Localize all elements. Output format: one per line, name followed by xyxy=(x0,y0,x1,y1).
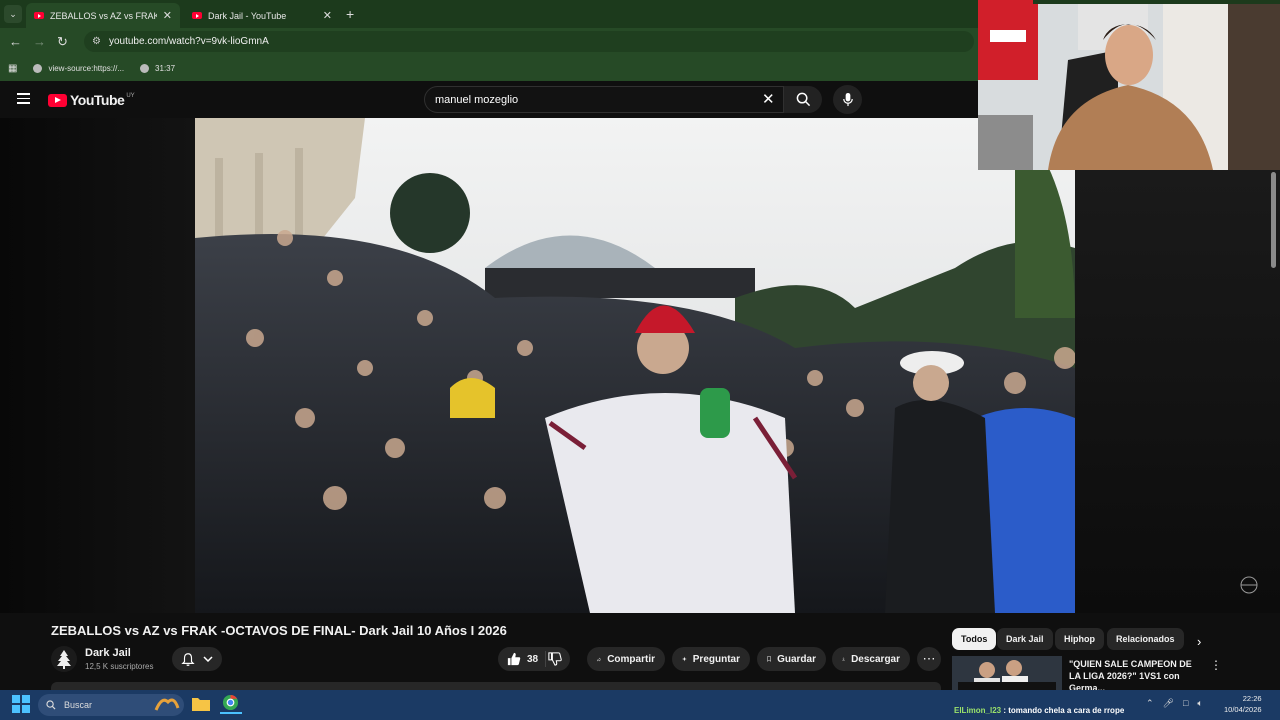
hamburger-menu-icon[interactable] xyxy=(17,93,30,104)
chip-todos[interactable]: Todos xyxy=(952,628,997,650)
download-icon xyxy=(842,657,845,661)
tab-title: Dark Jail - YouTube xyxy=(208,10,287,21)
thumbs-down-icon xyxy=(548,652,562,666)
recommendation-thumbnail[interactable] xyxy=(952,656,1062,690)
video-frame[interactable] xyxy=(195,118,1075,613)
chat-username: ElLimon_l23 xyxy=(954,706,1002,715)
country-code: UY xyxy=(126,93,135,99)
stream-chat-message: ElLimon_l23 : tomando chela a cara de rr… xyxy=(954,706,1124,715)
chevron-up-icon[interactable]: ⌃ xyxy=(1146,698,1154,709)
notification-bell-button[interactable] xyxy=(172,647,222,671)
ask-button[interactable]: Preguntar xyxy=(672,647,750,671)
like-count: 38 xyxy=(527,653,539,665)
chevron-down-icon xyxy=(203,656,213,662)
new-tab-button[interactable]: + xyxy=(346,6,354,22)
forward-arrow-icon[interactable]: → xyxy=(33,34,46,49)
bookmarks-bar: ▦ view-source:https://... 31:37 xyxy=(0,55,978,81)
thumbs-up-icon xyxy=(507,652,521,666)
clock-time: 22:26 xyxy=(1242,694,1262,703)
youtube-play-logo-icon xyxy=(48,93,67,107)
tab-dark-jail[interactable]: Dark Jail - YouTube ✕ xyxy=(184,3,340,28)
channel-avatar[interactable] xyxy=(51,646,77,672)
chat-text: : tomando chela a cara de rrope xyxy=(1001,706,1125,715)
video-watermark-logo xyxy=(1236,575,1262,595)
page-scrollbar[interactable] xyxy=(1271,172,1276,268)
globe-icon xyxy=(33,63,43,73)
more-horizontal-icon: ⋯ xyxy=(922,651,936,666)
windows-start-icon[interactable] xyxy=(12,695,30,713)
address-bar[interactable]: ⚙ youtube.com/watch?v=9vk-lioGmnA xyxy=(84,31,974,52)
close-tab-icon[interactable]: ✕ xyxy=(323,9,332,22)
webcam-feed-image xyxy=(978,0,1280,170)
tab-active-video[interactable]: ZEBALLOS vs AZ vs FRAK -OCTAVOS DE FINAL… xyxy=(26,3,180,28)
dislike-button[interactable] xyxy=(546,652,570,666)
system-tray: ⌃ 🎤︎ □ 🔈︎ xyxy=(1146,698,1203,709)
share-icon xyxy=(597,657,602,662)
like-dislike-group: 38 xyxy=(498,647,570,671)
search-highlight-icon xyxy=(152,694,180,714)
bookmark-timer[interactable]: 31:37 xyxy=(140,63,176,73)
site-info-icon[interactable]: ⚙ xyxy=(92,36,101,47)
search-icon xyxy=(796,92,810,107)
more-actions-button[interactable]: ⋯ xyxy=(917,647,941,671)
search-query-text: manuel mozeglio xyxy=(435,93,519,106)
clock-date: 10/04/2026 xyxy=(1224,705,1262,714)
chrome-taskbar-icon[interactable] xyxy=(220,694,242,714)
microphone-icon[interactable]: 🎤︎ xyxy=(1163,698,1174,709)
back-arrow-icon[interactable]: ← xyxy=(9,34,22,49)
taskbar-clock[interactable]: 22:26 10/04/2026 xyxy=(1224,693,1262,715)
chip-dark-jail[interactable]: Dark Jail xyxy=(997,628,1053,650)
bookmark-view-source[interactable]: view-source:https://... xyxy=(33,63,125,73)
download-label: Descargar xyxy=(851,653,900,665)
tab-title: ZEBALLOS vs AZ vs FRAK -OCTAVOS DE FINAL… xyxy=(50,10,157,21)
chevron-right-icon[interactable]: › xyxy=(1197,634,1201,649)
recommendation-title[interactable]: "QUIEN SALE CAMPEON DE LA LIGA 2026?" 1V… xyxy=(1069,658,1203,694)
clear-search-icon[interactable]: ✕ xyxy=(762,90,775,108)
chip-hiphop[interactable]: Hiphop xyxy=(1055,628,1104,650)
sparkle-icon xyxy=(682,656,687,662)
close-tab-icon[interactable]: ✕ xyxy=(163,9,172,22)
microphone-icon xyxy=(842,92,853,107)
youtube-favicon-icon xyxy=(192,12,202,19)
tree-logo-icon xyxy=(57,650,71,669)
reload-icon[interactable]: ↻ xyxy=(57,34,68,50)
share-label: Compartir xyxy=(607,653,655,665)
volume-icon[interactable]: 🔈︎ xyxy=(1197,698,1202,709)
search-button[interactable] xyxy=(784,86,822,113)
tab-search-dropdown[interactable]: ⌄ xyxy=(4,5,22,23)
video-scene-image xyxy=(195,118,1075,613)
youtube-logo[interactable]: YouTube UY xyxy=(48,92,135,108)
like-button[interactable]: 38 xyxy=(498,651,546,667)
bell-icon xyxy=(181,653,195,666)
network-icon[interactable]: □ xyxy=(1183,698,1188,709)
video-title: ZEBALLOS vs AZ vs FRAK -OCTAVOS DE FINAL… xyxy=(51,623,507,638)
subscriber-count: 12,5 K suscriptores xyxy=(85,662,154,671)
thumbnail-image xyxy=(952,656,1062,690)
bookmark-label: 31:37 xyxy=(155,63,176,73)
bookmark-icon xyxy=(767,656,771,662)
search-input[interactable]: manuel mozeglio xyxy=(424,86,784,113)
description-box[interactable] xyxy=(51,682,941,690)
share-button[interactable]: Compartir xyxy=(587,647,665,671)
ask-label: Preguntar xyxy=(692,653,740,665)
theater-side-shadow xyxy=(1075,170,1280,613)
youtube-wordmark: YouTube xyxy=(70,92,125,108)
channel-name[interactable]: Dark Jail xyxy=(85,647,131,659)
voice-search-button[interactable] xyxy=(833,85,862,114)
bookmark-label: view-source:https://... xyxy=(48,63,125,73)
file-explorer-icon[interactable] xyxy=(192,696,210,716)
save-label: Guardar xyxy=(777,653,816,665)
more-vertical-icon[interactable]: ⋮ xyxy=(1210,658,1222,672)
url-text: youtube.com/watch?v=9vk-lioGmnA xyxy=(108,36,269,47)
save-button[interactable]: Guardar xyxy=(757,647,826,671)
globe-icon xyxy=(140,63,150,73)
apps-grid-icon[interactable]: ▦ xyxy=(8,63,17,74)
youtube-favicon-icon xyxy=(34,12,44,19)
search-placeholder: Buscar xyxy=(64,700,93,710)
download-button[interactable]: Descargar xyxy=(832,647,910,671)
search-icon xyxy=(46,700,56,710)
chip-relacionados[interactable]: Relacionados xyxy=(1107,628,1184,650)
streamer-webcam xyxy=(978,0,1280,170)
